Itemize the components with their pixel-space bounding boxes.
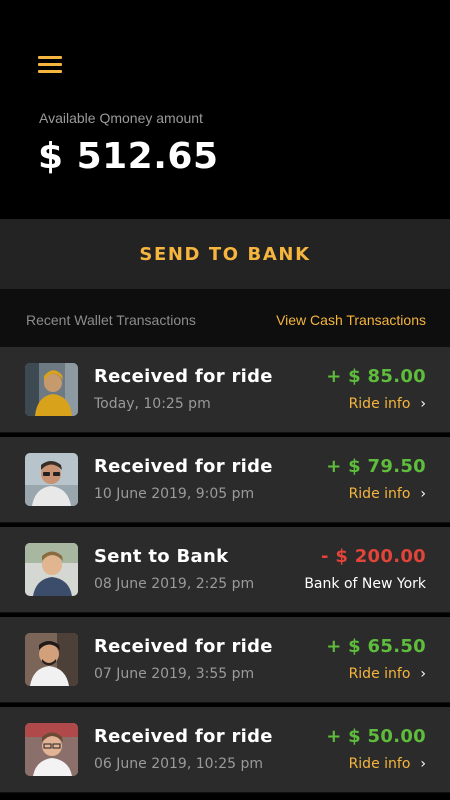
transaction-amount: - $ 200.00 [321,546,426,567]
transaction-amount: + $ 50.00 [326,726,426,747]
transaction-amount: + $ 65.50 [326,636,426,657]
chevron-right-icon: › [420,756,426,772]
transaction-list: Received for ride Today, 10:25 pm + $ 85… [0,347,450,797]
transaction-date: Today, 10:25 pm [94,396,211,412]
bank-name: Bank of New York [304,576,426,592]
transaction-title: Received for ride [94,636,273,657]
transaction-row[interactable]: Received for ride 10 June 2019, 9:05 pm … [0,437,450,523]
avatar [25,363,78,416]
ride-info-link[interactable]: Ride info › [349,756,426,772]
transaction-title: Received for ride [94,366,273,387]
balance-amount: $ 512.65 [38,136,219,177]
transaction-row[interactable]: Received for ride 06 June 2019, 10:25 pm… [0,707,450,793]
transaction-amount: + $ 79.50 [326,456,426,477]
wallet-header: Available Qmoney amount $ 512.65 [0,0,450,219]
chevron-right-icon: › [420,666,426,682]
chevron-right-icon: › [420,486,426,502]
send-to-bank-button[interactable]: SEND TO BANK [0,219,450,289]
transaction-row[interactable]: Received for ride Today, 10:25 pm + $ 85… [0,347,450,433]
view-cash-transactions-link[interactable]: View Cash Transactions [276,312,426,328]
transaction-date: 07 June 2019, 3:55 pm [94,666,255,682]
transactions-section-header: Recent Wallet Transactions View Cash Tra… [0,289,450,347]
send-to-bank-label: SEND TO BANK [139,243,311,265]
avatar [25,543,78,596]
ride-info-label: Ride info [348,396,411,412]
section-title: Recent Wallet Transactions [26,312,196,328]
avatar [25,453,78,506]
transaction-date: 10 June 2019, 9:05 pm [94,486,255,502]
avatar [25,723,78,776]
ride-info-label: Ride info [348,486,411,502]
hamburger-menu-icon[interactable] [38,56,62,74]
ride-info-label: Ride info [348,666,411,682]
chevron-right-icon: › [420,396,426,412]
transaction-row[interactable]: Received for ride 07 June 2019, 3:55 pm … [0,617,450,703]
balance-label: Available Qmoney amount [39,110,203,126]
ride-info-link[interactable]: Ride info › [349,666,426,682]
transaction-amount: + $ 85.00 [326,366,426,387]
avatar [25,633,78,686]
transaction-title: Sent to Bank [94,546,229,567]
transaction-title: Received for ride [94,456,273,477]
transaction-date: 06 June 2019, 10:25 pm [94,756,264,772]
transaction-date: 08 June 2019, 2:25 pm [94,576,255,592]
transaction-title: Received for ride [94,726,273,747]
transaction-row[interactable]: Sent to Bank 08 June 2019, 2:25 pm - $ 2… [0,527,450,613]
ride-info-label: Ride info [348,756,411,772]
ride-info-link[interactable]: Ride info › [349,486,426,502]
ride-info-link[interactable]: Ride info › [349,396,426,412]
